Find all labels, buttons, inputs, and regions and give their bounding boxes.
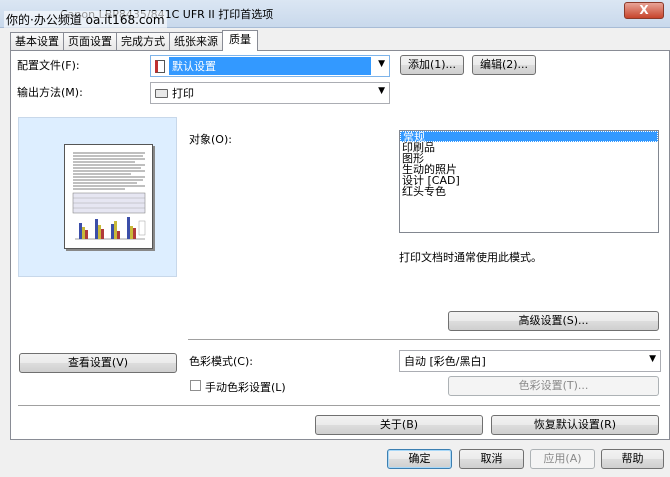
profile-icon [155, 59, 165, 73]
tab-finishing[interactable]: 完成方式 [116, 32, 170, 51]
cancel-button[interactable]: 取消 [459, 449, 524, 469]
close-button[interactable]: X [624, 2, 664, 19]
color-mode-select[interactable]: 自动 [彩色/黑白] ▼ [399, 350, 661, 372]
ok-button[interactable]: 确定 [387, 449, 452, 469]
target-description: 打印文档时通常使用此模式。 [399, 251, 542, 264]
tab-paper-source[interactable]: 纸张来源 [169, 32, 223, 51]
output-label: 输出方法(M): [17, 86, 83, 99]
manual-color-checkbox[interactable] [190, 380, 201, 391]
apply-button[interactable]: 应用(A) [530, 449, 595, 469]
chevron-down-icon: ▼ [378, 59, 385, 69]
print-preferences-window: Canon LBP8435/841C UFR II 打印首选项 你的·办公频道 … [0, 0, 670, 477]
printer-icon [155, 88, 168, 98]
list-item[interactable]: 红头专色 [400, 186, 658, 197]
tab-page-setup[interactable]: 页面设置 [63, 32, 117, 51]
chevron-down-icon: ▼ [378, 86, 385, 96]
divider [188, 339, 660, 340]
view-settings-button[interactable]: 查看设置(V) [19, 353, 177, 373]
about-button[interactable]: 关于(B) [315, 415, 483, 435]
list-item[interactable]: 常规 [400, 131, 658, 143]
dialog-button-bar: 确定 取消 应用(A) 帮助 [0, 441, 670, 477]
color-mode-value: 自动 [彩色/黑白] [404, 355, 486, 368]
quality-panel: 配置文件(F): 默认设置 ▼ 添加(1)... 编辑(2)... 输出方法(M… [10, 50, 670, 440]
title-bar: Canon LBP8435/841C UFR II 打印首选项 你的·办公频道 … [0, 0, 670, 28]
tab-bar: 基本设置 页面设置 完成方式 纸张来源 质量 [10, 30, 258, 51]
restore-defaults-button[interactable]: 恢复默认设置(R) [491, 415, 659, 435]
divider [18, 405, 660, 406]
advanced-settings-button[interactable]: 高级设置(S)... [448, 311, 659, 331]
tab-quality[interactable]: 质量 [222, 30, 258, 51]
list-item[interactable]: 印刷品 [400, 142, 658, 153]
help-button[interactable]: 帮助 [601, 449, 664, 469]
quality-preview [18, 117, 177, 277]
chevron-down-icon: ▼ [649, 354, 656, 364]
output-value: 打印 [172, 87, 194, 100]
profile-label: 配置文件(F): [17, 59, 80, 72]
page-thumbnail-icon [64, 144, 153, 249]
profile-value: 默认设置 [169, 57, 371, 75]
target-label: 对象(O): [189, 133, 232, 146]
output-select[interactable]: 打印 ▼ [150, 82, 390, 104]
close-icon: X [639, 3, 649, 17]
tab-basic[interactable]: 基本设置 [10, 32, 64, 51]
edit-profile-button[interactable]: 编辑(2)... [472, 55, 536, 75]
manual-color-label: 手动色彩设置(L) [205, 381, 286, 394]
target-list[interactable]: 常规 印刷品 图形 生动的照片 设计 [CAD] 红头专色 [399, 130, 659, 233]
color-settings-button[interactable]: 色彩设置(T)... [448, 376, 659, 396]
watermark: 你的·办公频道 oa.it168.com [4, 11, 167, 28]
color-mode-label: 色彩模式(C): [189, 355, 253, 368]
add-profile-button[interactable]: 添加(1)... [400, 55, 464, 75]
profile-select[interactable]: 默认设置 ▼ [150, 55, 390, 77]
